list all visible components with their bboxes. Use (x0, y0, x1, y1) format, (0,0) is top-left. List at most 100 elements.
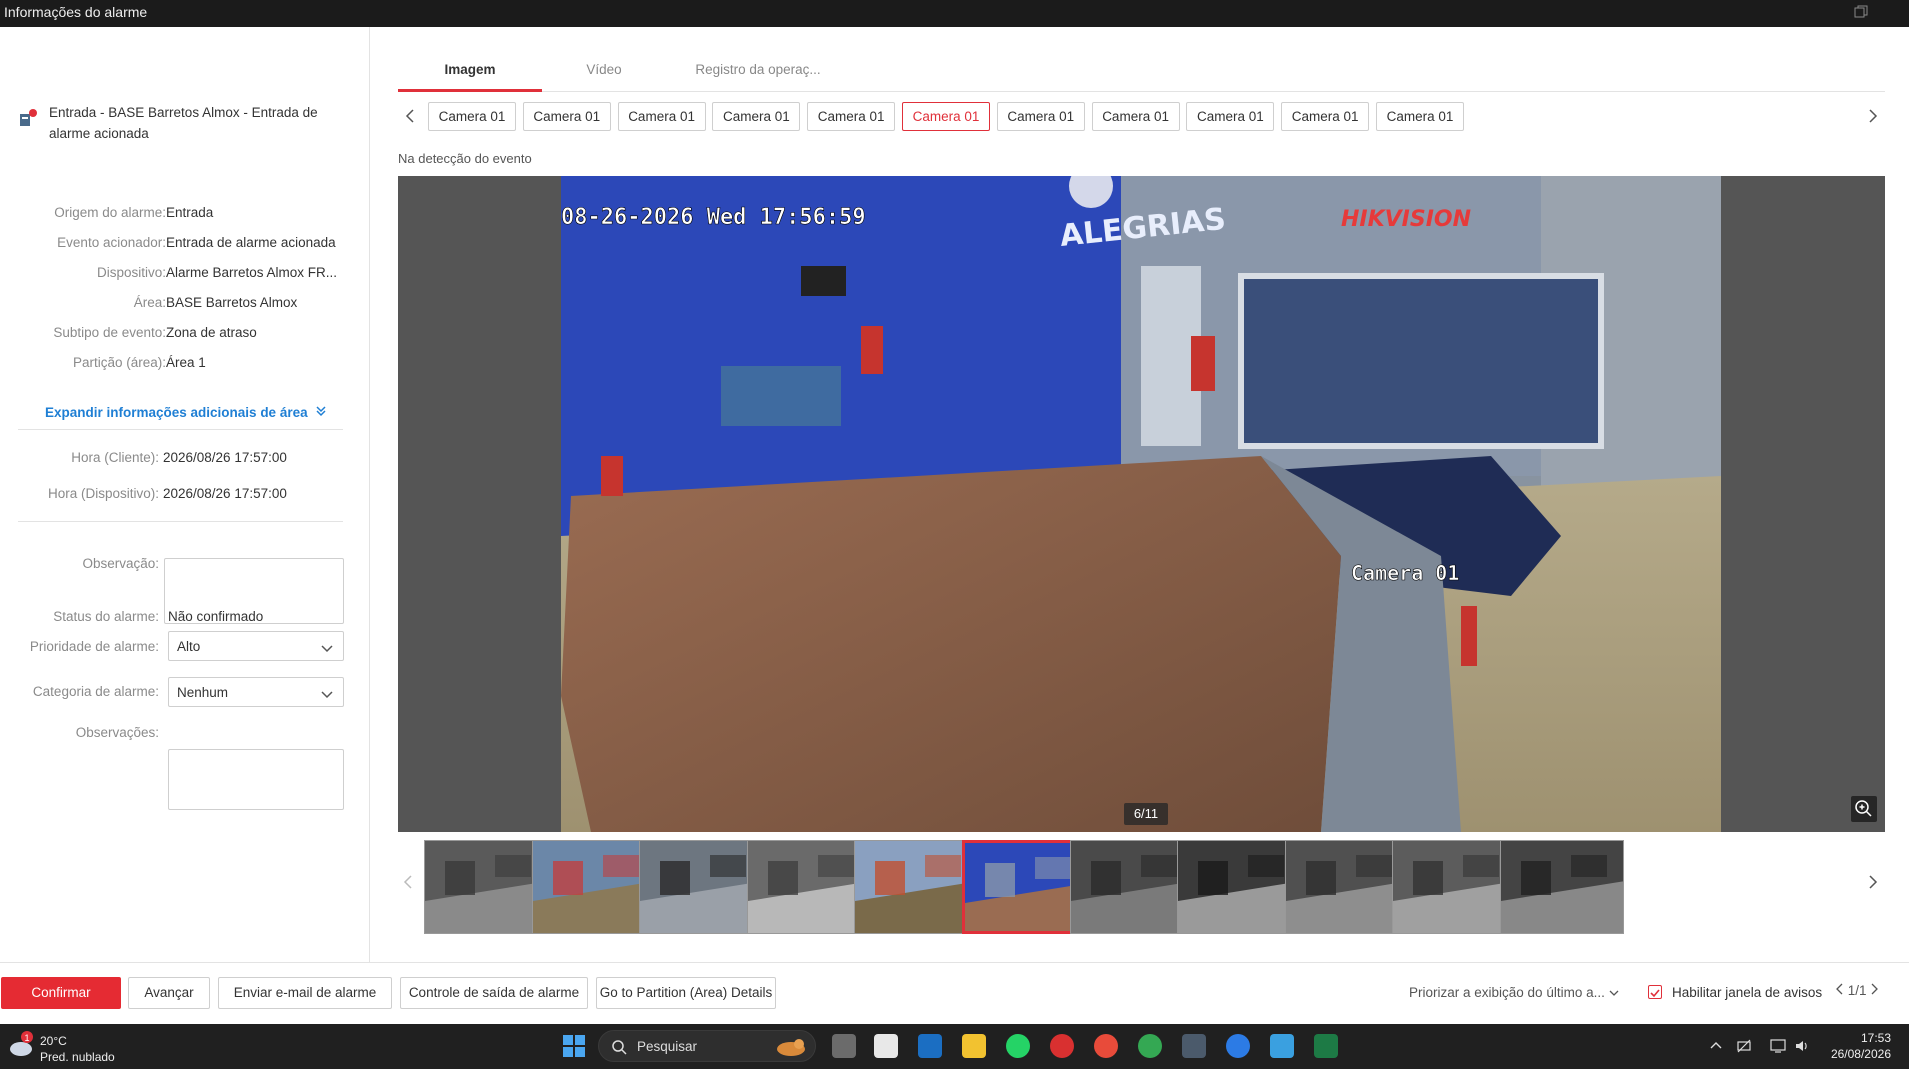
detail-row-area: Área: BASE Barretos Almox (0, 295, 370, 315)
camera-button[interactable]: Camera 01 (428, 102, 516, 131)
alarm-output-control-button[interactable]: Controle de saída de alarme (400, 977, 588, 1009)
partition-details-button[interactable]: Go to Partition (Area) Details (596, 977, 776, 1009)
habilitar-checkbox[interactable] (1648, 985, 1662, 999)
snapshot-thumbnail[interactable] (531, 840, 656, 934)
camera-button[interactable]: Camera 01 (712, 102, 801, 131)
clock-time: 17:53 (1860, 1031, 1891, 1045)
categoria-select[interactable]: Nenhum (168, 677, 344, 707)
snapshot-thumbnail[interactable] (1069, 840, 1194, 934)
chrome-icon[interactable] (1094, 1034, 1118, 1058)
calculator-icon[interactable] (1182, 1034, 1206, 1058)
file-explorer-icon[interactable] (962, 1034, 986, 1058)
camera-button[interactable]: Camera 01 (617, 102, 706, 131)
send-email-button[interactable]: Enviar e-mail de alarme (218, 977, 392, 1009)
system-clock[interactable]: 17:53 26/08/2026 (1831, 1030, 1891, 1062)
alarm-headline-text: Entrada - BASE Barretos Almox - Entrada … (49, 105, 318, 141)
snapshot-thumbnail[interactable] (639, 840, 764, 934)
camera-button[interactable]: Camera 01 (1281, 102, 1370, 131)
camera-button[interactable]: Camera 01 (522, 102, 611, 131)
image-viewer[interactable]: ALEGRIAS 08-26-2026 Wed 17:56:59 HIKVISI… (398, 176, 1885, 832)
observacoes-textarea[interactable] (168, 749, 344, 810)
hikcentral-icon[interactable] (1050, 1034, 1074, 1058)
camera-next-arrow[interactable] (1863, 102, 1883, 132)
detail-label: Partição (área): (72, 355, 166, 370)
camera-button[interactable]: Camera 01 (902, 102, 990, 131)
weather-widget[interactable]: 1 20°C Pred. nublado (8, 1030, 115, 1064)
advance-button[interactable]: Avançar (128, 977, 210, 1009)
snapshot-thumbnail[interactable] (1284, 840, 1409, 934)
tab-imagem[interactable]: Imagem (398, 62, 542, 77)
chevron-up-icon[interactable] (1708, 1038, 1724, 1054)
detail-value: Entrada (166, 205, 214, 220)
whatsapp-icon[interactable] (1006, 1034, 1030, 1058)
status-value: Não confirmado (168, 609, 264, 624)
expand-area-info-link[interactable]: Expandir informações adicionais de área (45, 405, 327, 420)
snapshot-thumbnail[interactable] (424, 840, 548, 934)
weather-temp: 20°C (40, 1034, 67, 1048)
windows-start-icon[interactable] (562, 1034, 586, 1058)
weather-desc: Pred. nublado (40, 1050, 115, 1064)
thumbnail-next-arrow[interactable] (1863, 868, 1883, 902)
divider (18, 429, 343, 430)
tab-registro[interactable]: Registro da operaç... (678, 62, 838, 77)
zoom-in-icon[interactable] (1851, 796, 1877, 822)
detail-value: Alarme Barretos Almox FR... (166, 265, 338, 280)
pager-prev-icon[interactable] (1836, 983, 1848, 998)
observacoes-row: Observações: (0, 725, 370, 745)
task-view-icon[interactable] (832, 1034, 856, 1058)
pager-next-icon[interactable] (1870, 983, 1879, 998)
time-label: Hora (Cliente): (71, 450, 159, 465)
detail-value: Área 1 (166, 355, 206, 370)
chrome-profile-icon[interactable] (1138, 1034, 1162, 1058)
window-titlebar: Informações do alarme (0, 0, 1909, 27)
outlook-icon[interactable] (918, 1034, 942, 1058)
taskbar-search[interactable]: Pesquisar (598, 1030, 816, 1062)
volume-icon[interactable] (1794, 1038, 1810, 1054)
osd-timestamp: 08-26-2026 Wed 17:56:59 (561, 205, 866, 230)
network-icon[interactable] (1736, 1038, 1752, 1054)
chevron-down-icon (321, 687, 333, 702)
camera-button[interactable]: Camera 01 (1091, 102, 1180, 131)
double-chevron-down-icon (315, 405, 327, 420)
snapshot-thumbnail[interactable] (1500, 840, 1624, 934)
priorizar-dropdown[interactable]: Priorizar a exibição do último a... (1409, 985, 1619, 1000)
camera-button[interactable]: Camera 01 (1376, 102, 1464, 131)
thumbnail-strip (398, 838, 1885, 936)
alarm-input-icon (18, 108, 38, 128)
excel-icon[interactable] (1314, 1034, 1338, 1058)
snapshot-thumbnail[interactable] (1177, 840, 1302, 934)
snapshot-thumbnail[interactable] (746, 840, 871, 934)
camera-button[interactable]: Camera 01 (996, 102, 1085, 131)
detail-value: BASE Barretos Almox (166, 295, 298, 310)
detail-row-particao: Partição (área): Área 1 (0, 355, 370, 375)
snipping-tool-icon[interactable] (874, 1034, 898, 1058)
restore-window-icon[interactable] (1853, 4, 1869, 20)
display-icon[interactable] (1770, 1038, 1786, 1054)
snapshot-thumbnail[interactable] (854, 840, 979, 934)
tab-video[interactable]: Vídeo (542, 62, 666, 77)
prioridade-select[interactable]: Alto (168, 631, 344, 661)
prioridade-label: Prioridade de alarme: (29, 639, 159, 654)
confirm-button[interactable]: Confirmar (1, 977, 121, 1009)
detail-value: Entrada de alarme acionada (166, 235, 336, 250)
prioridade-selected-value: Alto (177, 639, 201, 654)
notepad-icon[interactable] (1270, 1034, 1294, 1058)
time-value: 2026/08/26 17:57:00 (163, 486, 287, 501)
action-bar: Confirmar Avançar Enviar e-mail de alarm… (0, 962, 1909, 1024)
search-highlight-icon (777, 1039, 805, 1056)
thumbnail-prev-arrow[interactable] (398, 868, 418, 902)
chevron-down-icon (1609, 985, 1619, 1000)
camera-prev-arrow[interactable] (400, 102, 420, 132)
camera-button[interactable]: Camera 01 (807, 102, 896, 131)
expand-area-info-label: Expandir informações adicionais de área (45, 405, 308, 420)
snapshot-thumbnail[interactable] (1392, 840, 1517, 934)
time-value: 2026/08/26 17:57:00 (163, 450, 287, 465)
store-app-icon[interactable] (1226, 1034, 1250, 1058)
habilitar-label: Habilitar janela de avisos (1672, 985, 1823, 1000)
status-row: Status do alarme: Não confirmado (0, 609, 370, 629)
time-row-device: Hora (Dispositivo): 2026/08/26 17:57:00 (0, 486, 370, 506)
detail-label: Dispositivo: (96, 265, 166, 280)
camera-button[interactable]: Camera 01 (1186, 102, 1275, 131)
detail-value: Zona de atraso (166, 325, 257, 340)
snapshot-thumbnail[interactable] (962, 840, 1086, 934)
